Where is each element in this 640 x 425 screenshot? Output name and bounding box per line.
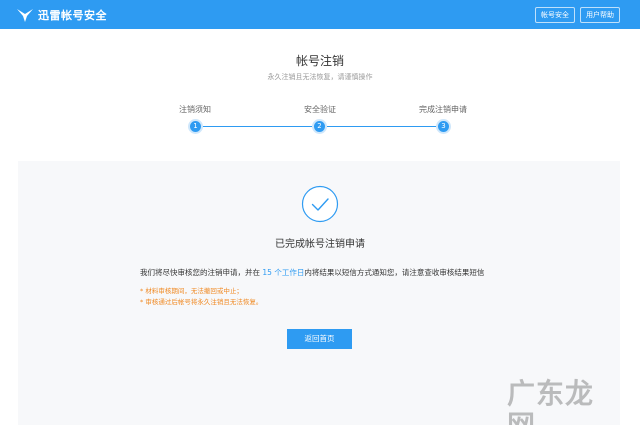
review-notice: 我们将尽快审核您的注销申请，并在 15 个工作日内将结果以短信方式通知您，请注意… xyxy=(140,267,560,278)
xunlei-bird-logo-icon xyxy=(17,8,33,22)
account-security-button[interactable]: 帐号安全 xyxy=(535,7,575,23)
step-circle-3: 3 xyxy=(436,119,451,134)
step-circle-2: 2 xyxy=(312,119,327,134)
step-label-3: 完成注销申请 xyxy=(419,105,467,114)
completion-title: 已完成帐号注销申请 xyxy=(275,239,365,250)
notice-text-after: 内将结果以短信方式通知您，请注意查收审核结果短信 xyxy=(304,268,485,277)
step-connector-2-3 xyxy=(327,126,436,127)
success-check-icon xyxy=(301,185,339,223)
notice-highlight-days: 15 个工作日 xyxy=(262,268,305,277)
top-bar: 迅雷帐号安全 帐号安全 用户帮助 xyxy=(0,0,640,29)
warning-line-1: * 材料审核期间，无法撤回或中止； xyxy=(140,287,243,295)
step-circle-1: 1 xyxy=(188,119,203,134)
step-connector-1-2 xyxy=(202,126,312,127)
watermark: 广东龙网 xyxy=(507,377,595,425)
return-home-button[interactable]: 返回首页 xyxy=(287,329,352,349)
warning-line-2: * 审核通过后帐号将永久注销且无法恢复。 xyxy=(140,298,263,306)
notice-text-before: 我们将尽快审核您的注销申请，并在 xyxy=(140,268,263,277)
brand-name: 迅雷帐号安全 xyxy=(38,8,107,22)
brand[interactable]: 迅雷帐号安全 xyxy=(16,0,107,29)
step-label-2: 安全验证 xyxy=(304,105,336,114)
page-title: 帐号注销 xyxy=(295,54,344,68)
page-subtitle: 永久注销且无法恢复，请谨慎操作 xyxy=(267,73,373,81)
step-label-1: 注销须知 xyxy=(179,105,211,114)
user-help-button[interactable]: 用户帮助 xyxy=(580,7,620,23)
